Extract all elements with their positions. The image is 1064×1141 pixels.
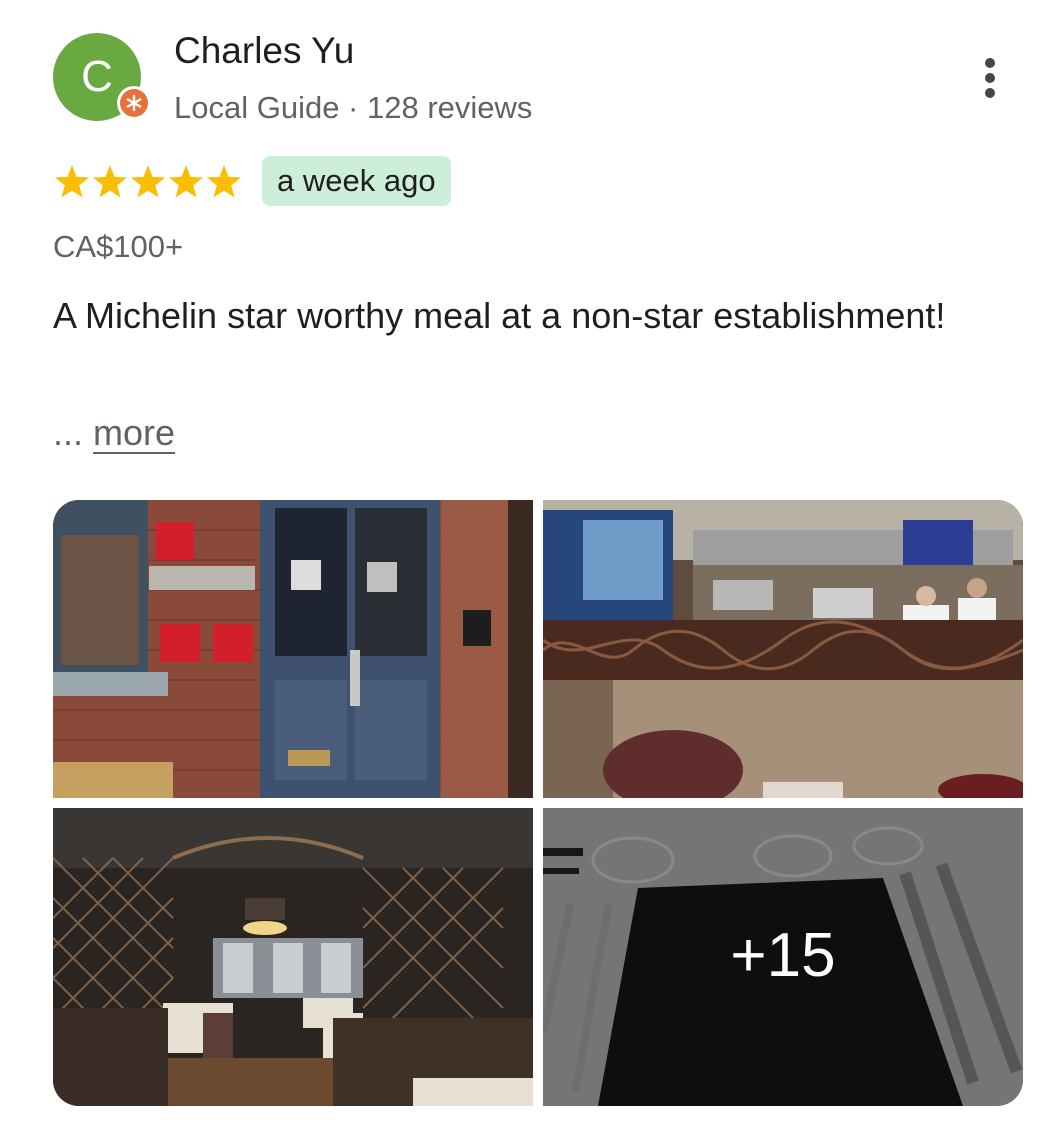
star-icon bbox=[130, 165, 166, 198]
review-photo-dining-room[interactable] bbox=[53, 808, 533, 1106]
reviewer-meta: Local Guide · 128 reviews bbox=[174, 90, 533, 125]
price-level: CA$100+ bbox=[53, 229, 184, 264]
ellipsis: ... bbox=[53, 412, 84, 453]
star-icon bbox=[168, 165, 204, 198]
review-text: A Michelin star worthy meal at a non-sta… bbox=[53, 295, 946, 336]
star-icon bbox=[54, 165, 90, 198]
review-photo-kitchen[interactable] bbox=[543, 500, 1023, 798]
review-date-chip: a week ago bbox=[262, 156, 451, 206]
local-guide-star-icon bbox=[126, 94, 142, 112]
read-more-line: ... more bbox=[53, 412, 175, 454]
more-options-button[interactable] bbox=[970, 52, 1010, 104]
star-rating bbox=[54, 165, 242, 198]
review-photo-entrance[interactable] bbox=[53, 500, 533, 798]
local-guide-badge bbox=[117, 86, 151, 120]
avatar-initial: C bbox=[81, 52, 113, 101]
more-photos-count[interactable]: +15 bbox=[543, 920, 1023, 992]
star-icon bbox=[92, 165, 128, 198]
reviewer-name[interactable]: Charles Yu bbox=[174, 30, 354, 72]
more-link[interactable]: more bbox=[93, 412, 175, 453]
star-icon bbox=[206, 165, 242, 198]
review-photo-table-setting[interactable]: +15 bbox=[543, 808, 1023, 1106]
